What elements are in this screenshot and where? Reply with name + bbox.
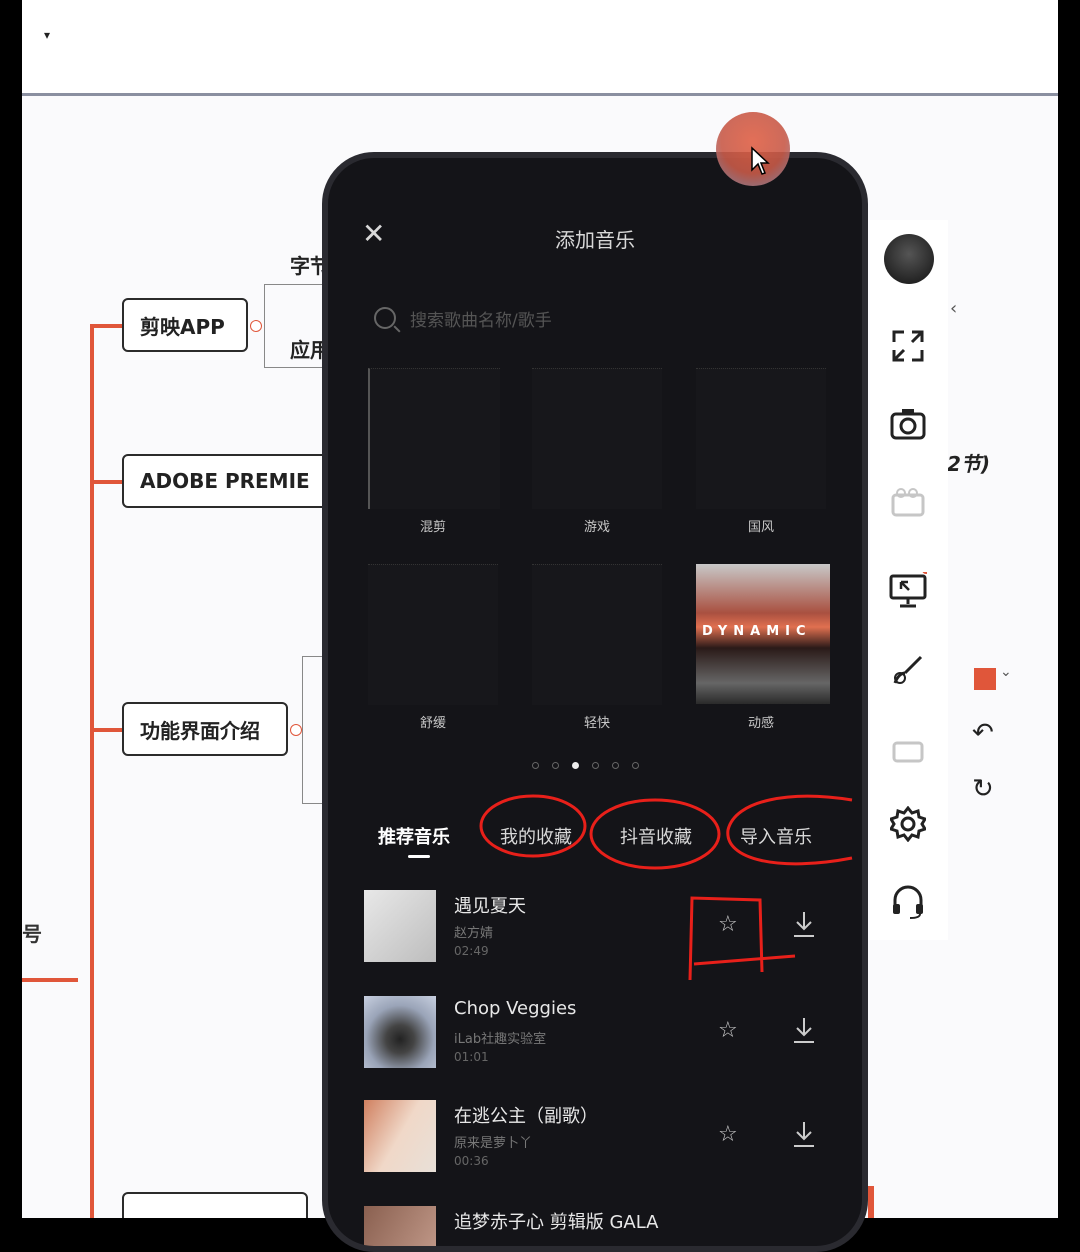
mindmap-trunk bbox=[90, 324, 94, 1218]
song-duration: 00:36 bbox=[454, 1154, 489, 1168]
brush-icon[interactable] bbox=[888, 650, 928, 690]
node-collapse-dot[interactable] bbox=[250, 320, 262, 332]
category-label: 舒缓 bbox=[419, 716, 446, 731]
category-cover bbox=[368, 368, 500, 509]
collapse-chevron-icon[interactable]: ‹ bbox=[950, 298, 957, 319]
fullscreen-icon[interactable] bbox=[888, 326, 928, 366]
color-swatch[interactable] bbox=[974, 668, 996, 690]
node-label: 功能界面介绍 bbox=[140, 718, 260, 743]
redo-icon[interactable]: ↻ bbox=[972, 774, 994, 804]
song-title: Chop Veggies bbox=[454, 998, 577, 1019]
tab-my-favorites[interactable]: 我的收藏 bbox=[500, 823, 572, 849]
cover-text: DYNAMIC bbox=[702, 624, 812, 639]
node-bracket bbox=[302, 656, 323, 804]
download-icon[interactable] bbox=[792, 910, 816, 938]
song-artist: iLab社趣实验室 bbox=[454, 1032, 547, 1047]
song-cover bbox=[364, 1100, 436, 1172]
mindmap-branch bbox=[90, 324, 122, 328]
category-cover bbox=[368, 564, 498, 705]
song-row[interactable]: 遇见夏天 赵方婧 02:49 ☆ bbox=[364, 890, 834, 966]
node-jianying-app[interactable]: 剪映APP bbox=[122, 298, 248, 352]
node-partial[interactable] bbox=[122, 1192, 308, 1218]
category-label: 混剪 bbox=[419, 520, 446, 535]
panel-title: 添加音乐 bbox=[555, 228, 635, 252]
top-bar: ▾ bbox=[22, 0, 1058, 96]
edge-fragment-label: 号 bbox=[22, 922, 42, 946]
right-toolbar bbox=[870, 220, 948, 940]
active-tab-indicator bbox=[408, 855, 430, 858]
category-label: 游戏 bbox=[583, 520, 610, 535]
category-cover bbox=[532, 564, 662, 705]
song-title: 追梦赤子心 剪辑版 GALA bbox=[454, 1212, 659, 1233]
search-icon bbox=[374, 307, 396, 329]
node-adobe-premiere[interactable]: ADOBE PREMIE bbox=[122, 454, 342, 508]
category-cover bbox=[532, 368, 662, 509]
download-icon[interactable] bbox=[792, 1016, 816, 1044]
node-function-intro[interactable]: 功能界面介绍 bbox=[122, 702, 288, 756]
song-cover bbox=[364, 1206, 436, 1246]
mouse-cursor-icon bbox=[751, 146, 770, 175]
tab-recommended[interactable]: 推荐音乐 bbox=[378, 823, 450, 849]
favorite-star-icon[interactable]: ☆ bbox=[718, 1122, 738, 1147]
video-camera-icon[interactable] bbox=[888, 482, 928, 522]
song-title: 在逃公主（副歌） bbox=[454, 1106, 598, 1127]
favorite-star-icon[interactable]: ☆ bbox=[718, 912, 738, 937]
eraser-icon[interactable] bbox=[888, 730, 928, 770]
category-tile[interactable]: 游戏 bbox=[532, 368, 662, 535]
pager-dot[interactable] bbox=[632, 762, 639, 769]
mindmap-branch bbox=[22, 978, 78, 982]
song-row[interactable]: Chop Veggies iLab社趣实验室 01:01 ☆ bbox=[364, 996, 834, 1072]
category-tile[interactable]: 舒缓 bbox=[368, 564, 498, 731]
category-label: 轻快 bbox=[583, 716, 610, 731]
node-label: ADOBE PREMIE bbox=[140, 469, 310, 493]
song-artist: 赵方婧 bbox=[454, 926, 494, 941]
node-collapse-dot[interactable] bbox=[290, 724, 302, 736]
song-cover bbox=[364, 996, 436, 1068]
pager-dot[interactable] bbox=[532, 762, 539, 769]
song-duration: 02:49 bbox=[454, 944, 489, 958]
tab-douyin-favorites[interactable]: 抖音收藏 bbox=[620, 823, 692, 849]
carousel-pager[interactable] bbox=[532, 762, 639, 769]
dropdown-caret-icon[interactable]: ▾ bbox=[44, 28, 50, 42]
chevron-down-icon[interactable]: ⌄ bbox=[1000, 664, 1012, 680]
song-row[interactable]: 追梦赤子心 剪辑版 GALA bbox=[364, 1206, 834, 1246]
user-avatar[interactable] bbox=[884, 234, 934, 284]
category-cover bbox=[696, 368, 826, 509]
download-icon[interactable] bbox=[792, 1120, 816, 1148]
mindmap-branch bbox=[90, 480, 122, 484]
category-tile[interactable]: 国风 bbox=[696, 368, 826, 535]
node-label: 剪映APP bbox=[140, 314, 225, 339]
category-label: 国风 bbox=[747, 520, 774, 535]
section-count-label: 2节) bbox=[947, 452, 991, 476]
category-label: 动感 bbox=[747, 716, 774, 731]
camera-icon[interactable] bbox=[888, 404, 928, 444]
pager-dot[interactable] bbox=[552, 762, 559, 769]
search-input[interactable]: 搜索歌曲名称/歌手 bbox=[410, 306, 552, 331]
search-bar[interactable]: 搜索歌曲名称/歌手 bbox=[374, 300, 814, 336]
pager-dot[interactable] bbox=[592, 762, 599, 769]
song-duration: 01:01 bbox=[454, 1050, 489, 1064]
pager-dot-active[interactable] bbox=[572, 762, 579, 769]
song-title: 遇见夏天 bbox=[454, 896, 526, 917]
settings-gear-icon[interactable] bbox=[888, 804, 928, 844]
category-cover: DYNAMIC bbox=[696, 564, 830, 704]
tab-import-music[interactable]: 导入音乐 bbox=[740, 823, 812, 849]
song-cover bbox=[364, 890, 436, 962]
favorite-star-icon[interactable]: ☆ bbox=[718, 1018, 738, 1043]
screen-share-icon[interactable] bbox=[888, 570, 928, 610]
headset-icon[interactable] bbox=[888, 882, 928, 922]
category-tile[interactable]: DYNAMIC 动感 bbox=[696, 564, 830, 731]
category-tile[interactable]: 混剪 bbox=[368, 368, 500, 535]
undo-icon[interactable]: ↶ bbox=[972, 718, 994, 748]
category-tile[interactable]: 轻快 bbox=[532, 564, 662, 731]
pager-dot[interactable] bbox=[612, 762, 619, 769]
song-artist: 原来是萝卜丫 bbox=[454, 1136, 533, 1151]
mindmap-branch bbox=[90, 728, 122, 732]
music-tabs: 推荐音乐 我的收藏 抖音收藏 导入音乐 bbox=[378, 823, 858, 863]
phone-music-panel: ✕ 添加音乐 搜索歌曲名称/歌手 混剪 游戏 国风 舒缓 轻快 DYNAMIC … bbox=[322, 152, 868, 1252]
song-row[interactable]: 在逃公主（副歌） 原来是萝卜丫 00:36 ☆ bbox=[364, 1100, 834, 1176]
